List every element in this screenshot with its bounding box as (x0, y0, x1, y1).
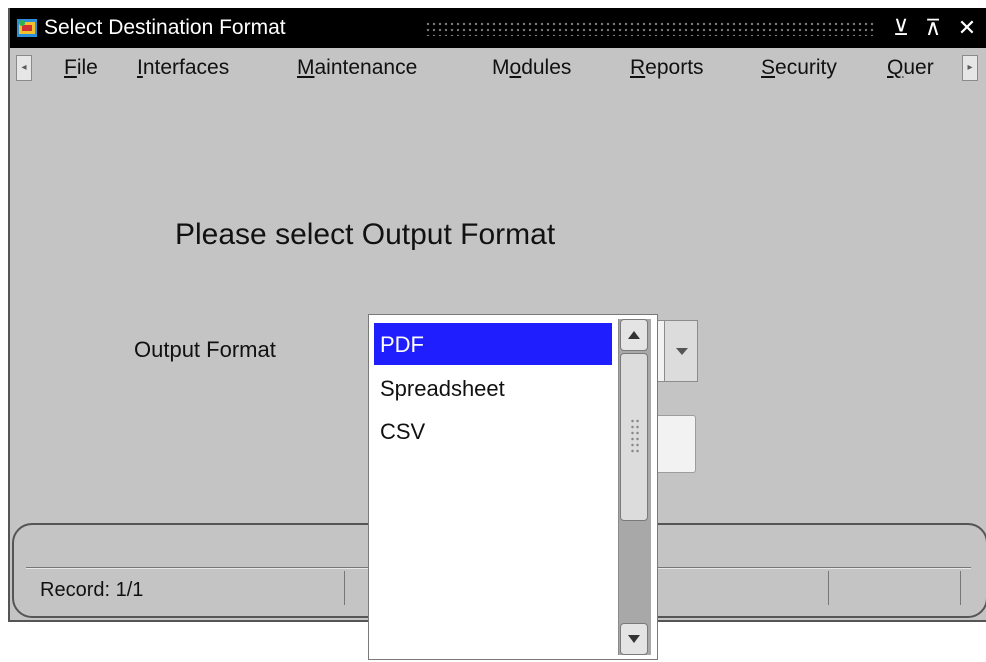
list-option-spreadsheet[interactable]: Spreadsheet (374, 367, 612, 409)
menu-maintenance[interactable]: Maintenance (297, 56, 417, 80)
menu-security[interactable]: Security (761, 56, 837, 80)
arrow-up-icon (628, 331, 640, 339)
menu-reports[interactable]: Reports (630, 56, 704, 80)
arrow-down-icon (628, 635, 640, 643)
oracle-forms-app-icon (17, 19, 37, 37)
record-indicator: Record: 1/1 (40, 579, 144, 601)
chevron-down-icon (676, 348, 688, 355)
menu-interfaces[interactable]: Interfaces (137, 56, 229, 80)
status-separator (344, 571, 345, 605)
output-format-label: Output Format (134, 337, 276, 362)
title-bar-pattern (425, 21, 875, 36)
menu-scroll-left-icon[interactable]: ◂ (16, 55, 32, 81)
window-title: Select Destination Format (44, 16, 286, 39)
list-option-csv[interactable]: CSV (374, 410, 612, 452)
scroll-down-button[interactable] (620, 623, 648, 655)
status-separator (828, 571, 829, 605)
list-scrollbar[interactable] (618, 319, 651, 655)
menu-modules[interactable]: Modules (492, 56, 571, 80)
combo-dropdown-button[interactable] (664, 320, 698, 382)
menu-bar: ◂ File Interfaces Maintenance Modules Re… (10, 48, 986, 86)
menu-scroll-right-icon[interactable]: ▸ (962, 55, 978, 81)
list-option-pdf[interactable]: PDF (374, 323, 612, 365)
menu-file[interactable]: File (64, 56, 98, 80)
status-separator (960, 571, 961, 605)
title-bar[interactable]: Select Destination Format ⊻ ⊼ ✕ (10, 8, 986, 48)
menu-query[interactable]: Quer (887, 56, 934, 80)
scroll-up-button[interactable] (620, 319, 648, 351)
maximize-icon[interactable]: ⊼ (920, 16, 946, 40)
format-list-popup[interactable]: PDF Spreadsheet CSV (368, 314, 658, 660)
close-icon[interactable]: ✕ (954, 16, 980, 40)
page-prompt: Please select Output Format (175, 218, 556, 251)
scroll-grip (630, 418, 640, 454)
minimize-icon[interactable]: ⊻ (888, 16, 914, 40)
scroll-thumb[interactable] (620, 353, 648, 521)
